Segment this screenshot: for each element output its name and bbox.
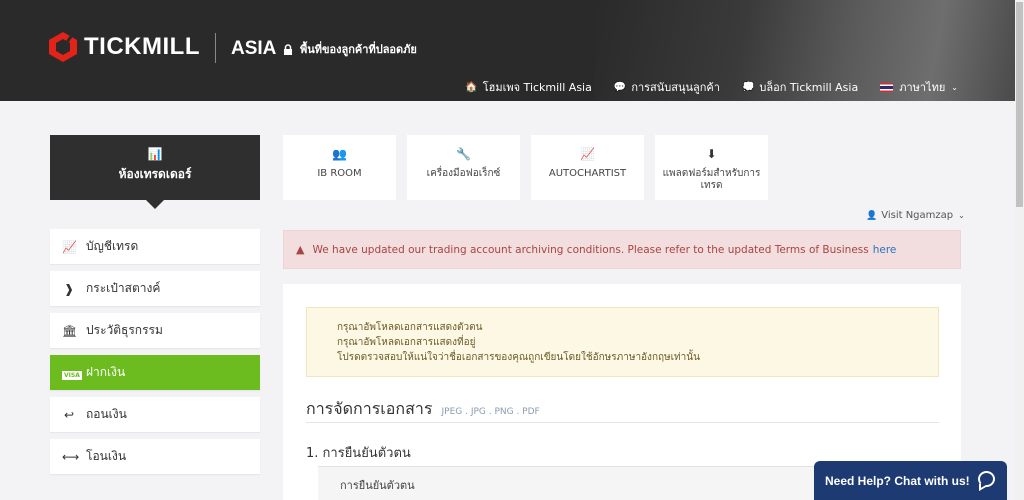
nav-label: การสนับสนุนลูกค้า — [631, 81, 720, 94]
tile-forex-tools[interactable]: 🔧 เครื่องมือฟอเร็กซ์ — [407, 135, 520, 200]
tile-label: IB ROOM — [317, 168, 362, 179]
chat-widget-button[interactable]: Need Help? Chat with us! — [814, 461, 1007, 500]
tile-label: แพลตฟอร์มสำหรับการเทรด — [662, 168, 761, 191]
nav-label: โฮมเพจ Tickmill Asia — [482, 81, 592, 94]
home-icon: 🏠 — [465, 81, 478, 93]
traders-room-label: ห้องเทรดเดอร์ — [118, 167, 192, 181]
region-label: ASIA — [231, 38, 277, 59]
notice-line: กรุณาอัพโหลดเอกสารแสดงที่อยู่ — [337, 337, 476, 348]
sidebar-item-label: ฝากเงิน — [86, 365, 126, 379]
language-label: ภาษาไทย — [899, 81, 946, 94]
language-selector[interactable]: ภาษาไทย ⌄ — [880, 78, 958, 96]
users-icon: 👥 — [332, 147, 347, 161]
nav-support-link[interactable]: 💬 การสนับสนุนลูกค้า — [614, 78, 720, 96]
nav-label: บล็อก Tickmill Asia — [759, 81, 859, 94]
tile-label: เครื่องมือฟอเร็กซ์ — [426, 168, 501, 179]
secure-area-label: พื้นที่ของลูกค้าที่ปลอดภัย — [283, 40, 417, 58]
chevron-down-icon: ⌄ — [958, 211, 965, 220]
secure-area-text: พื้นที่ของลูกค้าที่ปลอดภัย — [300, 43, 417, 56]
divider — [306, 422, 939, 423]
warning-icon: ▲ — [296, 243, 305, 256]
sidebar-item-label: ถอนเงิน — [86, 407, 127, 421]
alert-text: We have updated our trading account arch… — [312, 243, 869, 256]
upload-notice: กรุณาอัพโหลดเอกสารแสดงตัวตน กรุณาอัพโหลด… — [306, 307, 939, 377]
top-navigation: 🏠 โฮมเพจ Tickmill Asia 💬 การสนับสนุนลูกค… — [443, 78, 958, 96]
sidebar-item-trading-accounts[interactable]: 📈 บัญชีเทรด — [50, 229, 260, 264]
user-name: Visit Ngamzap — [881, 210, 954, 221]
tile-autochartist[interactable]: 📈 AUTOCHARTIST — [531, 135, 644, 200]
reply-arrow-icon: ↩ — [63, 407, 75, 422]
page-scrollbar[interactable] — [1015, 0, 1024, 500]
terms-link[interactable]: here — [873, 244, 897, 256]
user-icon: 👤 — [866, 210, 878, 221]
download-icon: ⬇ — [706, 147, 717, 161]
scrollbar-thumb[interactable] — [1016, 2, 1023, 207]
archive-alert: ▲ We have updated our trading account ar… — [283, 230, 961, 269]
wallet-icon: ❱ — [63, 281, 75, 296]
brand-logo[interactable]: TICKMILL — [49, 32, 200, 62]
top-header: TICKMILL ASIA พื้นที่ของลูกค้าที่ปลอดภัย… — [0, 0, 1015, 101]
traders-room-header[interactable]: 📊 ห้องเทรดเดอร์ — [50, 135, 260, 209]
sidebar-item-withdraw[interactable]: ↩ ถอนเงิน — [50, 397, 260, 432]
nav-blog-link[interactable]: 💭 บล็อก Tickmill Asia — [742, 78, 858, 96]
documents-title: การจัดการเอกสาร JPEG . JPG . PNG . PDF — [306, 397, 540, 422]
notice-line: กรุณาอัพโหลดเอกสารแสดงตัวตน — [337, 322, 483, 333]
chat-label: Need Help? Chat with us! — [825, 473, 970, 488]
support-icon: 💬 — [613, 81, 627, 93]
tickmill-logo-icon — [49, 32, 77, 62]
chevron-down-icon: ⌄ — [951, 82, 958, 92]
tile-trading-platforms[interactable]: ⬇ แพลตฟอร์มสำหรับการเทรด — [655, 135, 768, 200]
active-caret — [146, 200, 164, 209]
visa-card-icon: VISA — [62, 370, 82, 380]
quick-links: 👥 IB ROOM 🔧 เครื่องมือฟอเร็กซ์ 📈 AUTOCHA… — [283, 135, 779, 200]
accepted-formats: JPEG . JPG . PNG . PDF — [441, 407, 540, 417]
tile-ib-room[interactable]: 👥 IB ROOM — [283, 135, 396, 200]
tile-label: AUTOCHARTIST — [548, 168, 627, 179]
sidebar-item-deposit[interactable]: VISA ฝากเงิน — [50, 355, 260, 390]
notice-line: โปรดตรวจสอบให้แน่ใจว่าชื่อเอกสารของคุณถู… — [337, 352, 700, 363]
sidebar-item-wallet[interactable]: ❱ กระเป๋าสตางค์ — [50, 271, 260, 306]
nav-home-link[interactable]: 🏠 โฮมเพจ Tickmill Asia — [465, 78, 592, 96]
sidebar-item-label: ประวัติธุรกรรม — [86, 323, 163, 337]
bank-icon: 🏛 — [62, 323, 78, 338]
blog-icon: 💭 — [741, 81, 755, 93]
sidebar-item-label: บัญชีเทรด — [86, 239, 139, 253]
transfer-arrows-icon: ⟷ — [62, 449, 80, 464]
bar-chart-icon: 📊 — [147, 147, 163, 161]
sidebar-menu: 📈 บัญชีเทรด ❱ กระเป๋าสตางค์ 🏛 ประวัติธุร… — [50, 229, 260, 481]
chat-bubble-icon — [978, 471, 995, 487]
chart-line-icon: 📈 — [62, 239, 77, 254]
lock-icon — [283, 43, 293, 55]
documents-title-text: การจัดการเอกสาร — [306, 399, 433, 418]
thai-flag-icon — [880, 82, 894, 92]
logo-divider — [215, 33, 216, 63]
step-identity-verification: 1. การยืนยันตัวตน — [306, 446, 411, 461]
user-menu[interactable]: 👤 Visit Ngamzap ⌄ — [866, 210, 965, 221]
sidebar-item-transaction-history[interactable]: 🏛 ประวัติธุรกรรม — [50, 313, 260, 348]
sidebar-item-label: กระเป๋าสตางค์ — [86, 281, 161, 295]
wrench-icon: 🔧 — [456, 147, 471, 161]
brand-name: TICKMILL — [84, 33, 200, 60]
sidebar-item-transfer[interactable]: ⟷ โอนเงิน — [50, 439, 260, 474]
chart-icon: 📈 — [580, 147, 595, 161]
sidebar-item-label: โอนเงิน — [86, 449, 127, 463]
